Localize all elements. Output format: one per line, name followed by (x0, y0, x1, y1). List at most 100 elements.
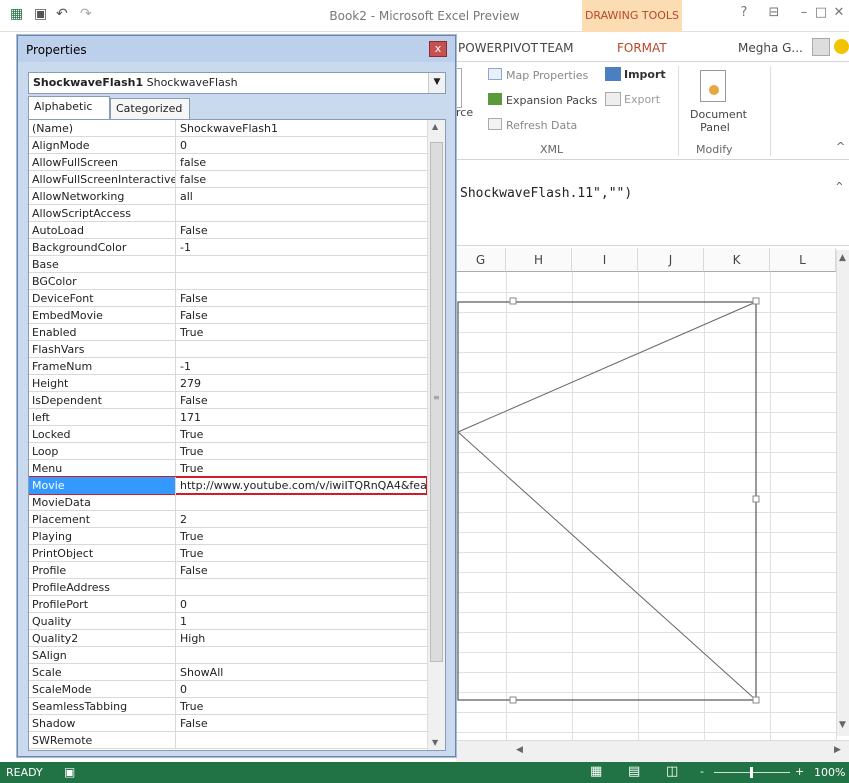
property-row[interactable]: AllowNetworking all (29, 188, 427, 205)
property-name[interactable]: AllowFullScreen (29, 154, 176, 171)
column-header[interactable]: I (572, 248, 638, 272)
property-name[interactable]: Menu (29, 460, 176, 477)
smiley-feedback-icon[interactable] (834, 39, 849, 54)
column-header[interactable]: J (638, 248, 704, 272)
property-name[interactable]: SAlign (29, 647, 176, 664)
property-name[interactable]: Locked (29, 426, 176, 443)
property-row[interactable]: Movie http://www.youtube.com/v/iwiITQRnQA… (29, 476, 428, 495)
property-name[interactable]: Movie (29, 477, 176, 494)
property-value[interactable] (177, 273, 427, 290)
ribbon-display-icon[interactable]: ⊟ (765, 5, 783, 23)
property-row[interactable]: Loop True (29, 443, 427, 460)
property-value[interactable]: all (177, 188, 427, 205)
property-value[interactable]: ShockwaveFlash1 (177, 120, 427, 137)
property-value[interactable]: High (177, 630, 427, 647)
help-icon[interactable]: ? (735, 5, 753, 23)
property-row[interactable]: Quality2 High (29, 630, 427, 647)
property-name[interactable]: AllowNetworking (29, 188, 176, 205)
property-value[interactable] (177, 205, 427, 222)
expansion-packs-button[interactable]: Expansion Packs (506, 94, 597, 107)
property-value[interactable]: False (177, 290, 427, 307)
scroll-down-icon[interactable]: ▼ (839, 720, 846, 730)
property-name[interactable]: AutoLoad (29, 222, 176, 239)
import-button[interactable]: Import (624, 68, 666, 81)
property-value[interactable]: 279 (177, 375, 427, 392)
property-value[interactable] (177, 647, 427, 664)
formula-expand-icon[interactable]: ^ (836, 180, 843, 193)
page-layout-icon[interactable]: ▤ (628, 764, 640, 779)
property-name[interactable]: Height (29, 375, 176, 392)
scroll-left-icon[interactable]: ◀ (516, 745, 523, 755)
property-row[interactable]: AutoLoad False (29, 222, 427, 239)
property-name[interactable]: left (29, 409, 176, 426)
property-row[interactable]: SeamlessTabbing True (29, 698, 427, 715)
property-row[interactable]: BackgroundColor -1 (29, 239, 427, 256)
zoom-level[interactable]: 100% (814, 766, 845, 779)
property-value[interactable]: false (177, 154, 427, 171)
property-value[interactable]: False (177, 715, 427, 732)
scroll-up-icon[interactable]: ▲ (432, 122, 438, 131)
column-header[interactable]: H (506, 248, 572, 272)
property-name[interactable]: Shadow (29, 715, 176, 732)
object-selector[interactable]: ShockwaveFlash1 ShockwaveFlash ▼ (28, 72, 446, 94)
property-value[interactable]: 1 (177, 613, 427, 630)
property-value[interactable]: 0 (177, 596, 427, 613)
property-name[interactable]: Placement (29, 511, 176, 528)
property-name[interactable]: ProfilePort (29, 596, 176, 613)
property-name[interactable]: SWRemote (29, 732, 176, 749)
property-row[interactable]: FrameNum -1 (29, 358, 427, 375)
property-row[interactable]: DeviceFont False (29, 290, 427, 307)
property-name[interactable]: AlignMode (29, 137, 176, 154)
property-value[interactable]: 0 (177, 681, 427, 698)
tab-team[interactable]: TEAM (540, 41, 573, 55)
avatar[interactable] (812, 38, 830, 56)
property-value[interactable]: 2 (177, 511, 427, 528)
property-value[interactable]: True (177, 528, 427, 545)
property-row[interactable]: SAlign (29, 647, 427, 664)
property-value[interactable]: http://www.youtube.com/v/iwiITQRnQA4&fea… (177, 477, 427, 494)
property-row[interactable]: MovieData (29, 494, 427, 511)
property-value[interactable]: 0 (177, 137, 427, 154)
dialog-title-bar[interactable]: Properties (18, 36, 455, 62)
horizontal-scrollbar[interactable]: ◀ ▶ (456, 740, 849, 762)
property-value[interactable]: True (177, 426, 427, 443)
flash-placeholder-shape[interactable] (456, 272, 836, 742)
property-name[interactable]: FlashVars (29, 341, 176, 358)
property-row[interactable]: Menu True (29, 460, 427, 477)
property-row[interactable]: PrintObject True (29, 545, 427, 562)
property-name[interactable]: EmbedMovie (29, 307, 176, 324)
property-name[interactable]: Enabled (29, 324, 176, 341)
property-name[interactable]: ProfileAddress (29, 579, 176, 596)
property-row[interactable]: ProfileAddress (29, 579, 427, 596)
property-grid-scrollbar[interactable]: ▲ ≡ ▼ (427, 120, 445, 750)
page-break-icon[interactable]: ◫ (666, 764, 678, 779)
source-button-partial[interactable]: rce (456, 106, 473, 119)
column-header[interactable]: K (704, 248, 770, 272)
property-value[interactable]: False (177, 307, 427, 324)
property-row[interactable]: Profile False (29, 562, 427, 579)
map-properties-button[interactable]: Map Properties (506, 69, 588, 82)
refresh-data-button[interactable]: Refresh Data (506, 119, 577, 132)
property-name[interactable]: BackgroundColor (29, 239, 176, 256)
property-value[interactable]: -1 (177, 239, 427, 256)
property-value[interactable]: False (177, 392, 427, 409)
property-value[interactable]: False (177, 562, 427, 579)
macro-record-icon[interactable]: ▣ (64, 765, 75, 779)
scroll-up-icon[interactable]: ▲ (839, 253, 846, 263)
property-name[interactable]: Base (29, 256, 176, 273)
property-row[interactable]: EmbedMovie False (29, 307, 427, 324)
property-value[interactable]: False (177, 222, 427, 239)
property-row[interactable]: Shadow False (29, 715, 427, 732)
property-name[interactable]: ScaleMode (29, 681, 176, 698)
property-name[interactable]: FrameNum (29, 358, 176, 375)
property-value[interactable] (177, 579, 427, 596)
property-row[interactable]: Quality 1 (29, 613, 427, 630)
dropdown-arrow-icon[interactable]: ▼ (428, 73, 445, 93)
tab-categorized[interactable]: Categorized (110, 98, 190, 119)
property-row[interactable]: Scale ShowAll (29, 664, 427, 681)
property-name[interactable]: IsDependent (29, 392, 176, 409)
property-row[interactable]: Locked True (29, 426, 427, 443)
minimize-icon[interactable]: – (795, 5, 813, 23)
zoom-slider-thumb[interactable] (750, 767, 753, 778)
property-row[interactable]: ScaleMode 0 (29, 681, 427, 698)
